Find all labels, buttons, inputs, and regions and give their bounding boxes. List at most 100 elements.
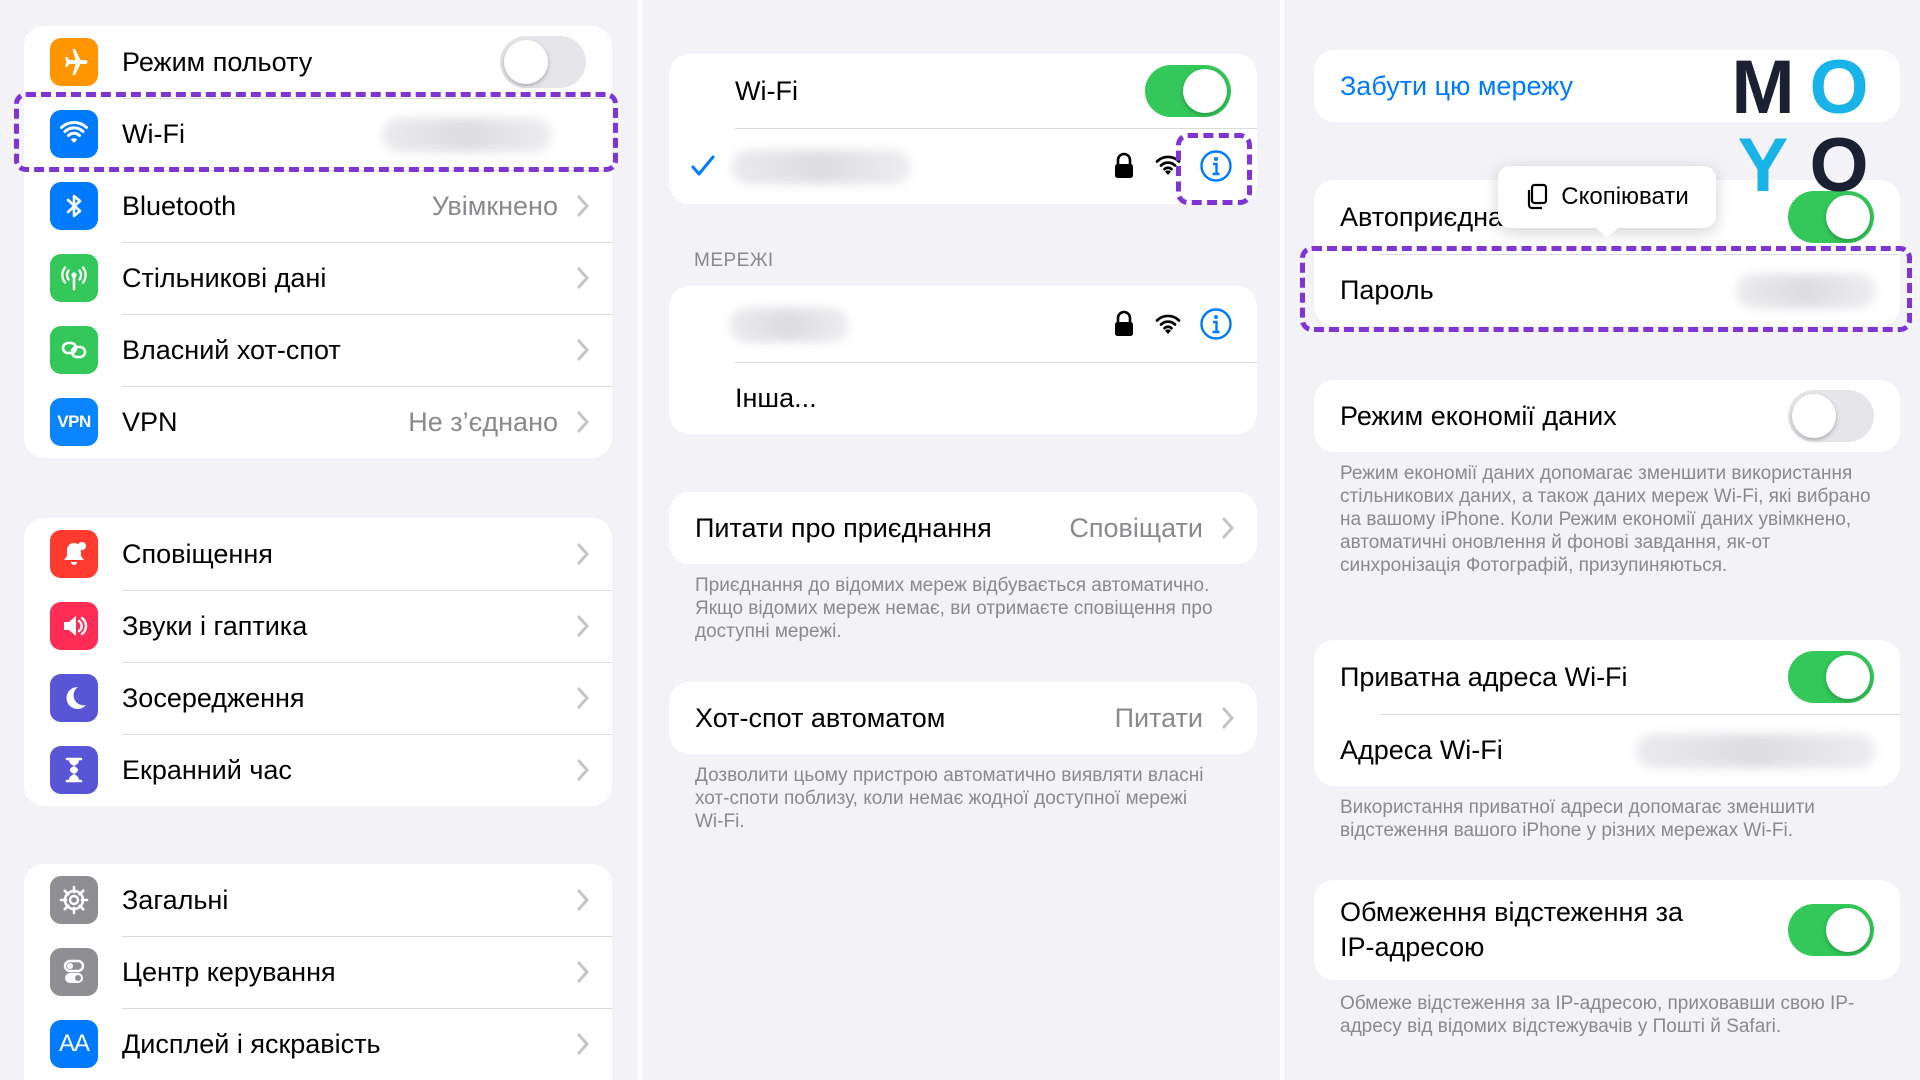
control-center-label: Центр керування: [122, 956, 336, 987]
chevron-right-icon: [577, 339, 590, 361]
antenna-icon: [50, 254, 98, 302]
row-cellular[interactable]: Стільникові дані: [24, 242, 612, 314]
tooltip-arrow: [1594, 226, 1620, 238]
chevron-right-icon: [577, 759, 590, 781]
private-address-footnote: Використання приватної адреси допомагає …: [1340, 797, 1815, 841]
limit-tracking-label-line1: Обмеження відстеження за: [1340, 897, 1683, 927]
lock-icon: [1115, 152, 1133, 178]
lock-icon: [1115, 310, 1133, 336]
moon-icon: [50, 674, 98, 722]
cellular-label: Стільникові дані: [122, 262, 327, 293]
checkmark-icon: [691, 155, 715, 176]
chevron-right-icon: [577, 961, 590, 983]
ask-join-label: Питати про приєднання: [695, 512, 992, 543]
auto-hotspot-footnote: Дозволити цьому пристрою автоматично вия…: [695, 765, 1204, 832]
row-display[interactable]: AA Дисплей і яскравість: [24, 1008, 612, 1080]
row-airplane-mode[interactable]: Режим польоту: [24, 26, 612, 98]
logo-letter-o: O: [1809, 45, 1869, 130]
info-button-highlight: [1176, 133, 1252, 205]
vpn-label: VPN: [122, 406, 178, 437]
low-data-group: Режим економії даних: [1314, 380, 1900, 452]
row-limit-tracking[interactable]: Обмеження відстеження за IP-адресою: [1314, 880, 1900, 980]
bluetooth-status: Увімкнено: [431, 190, 558, 221]
bluetooth-icon: [50, 182, 98, 230]
logo-letter-y: Y: [1737, 123, 1789, 208]
row-hotspot[interactable]: Власний хот-спот: [24, 314, 612, 386]
private-address-toggle[interactable]: [1788, 651, 1874, 703]
chevron-right-icon: [577, 543, 590, 565]
switches-icon: [50, 948, 98, 996]
info-icon[interactable]: [1199, 307, 1233, 341]
ask-join-footnote: Приєднання до відомих мереж відбувається…: [695, 575, 1213, 642]
display-label: Дисплей і яскравість: [122, 1028, 381, 1059]
chevron-right-icon: [577, 687, 590, 709]
airplane-icon: [50, 38, 98, 86]
row-network[interactable]: [669, 286, 1257, 362]
network-name-redacted: [729, 308, 849, 342]
row-connected-network[interactable]: [669, 128, 1257, 204]
ask-join-value: Сповіщати: [1069, 512, 1203, 543]
row-control-center[interactable]: Центр керування: [24, 936, 612, 1008]
copy-tooltip[interactable]: Скопіювати: [1498, 166, 1716, 238]
vpn-status: Не з’єднано: [408, 406, 558, 437]
other-network-label: Інша...: [735, 382, 817, 413]
autojoin-label: Автоприєдна: [1340, 201, 1504, 232]
wifi-current-group: Wi-Fi: [669, 54, 1257, 204]
low-data-footnote: Режим економії даних допомагає зменшити …: [1340, 463, 1871, 576]
private-address-label: Приватна адреса Wi-Fi: [1340, 661, 1628, 692]
password-row-highlight: [1300, 246, 1912, 332]
hotspot-label: Власний хот-спот: [122, 334, 341, 365]
general-label: Загальні: [122, 884, 229, 915]
wifi-row-highlight: [14, 92, 618, 172]
bluetooth-label: Bluetooth: [122, 190, 237, 221]
bell-icon: [50, 530, 98, 578]
chevron-right-icon: [1222, 517, 1235, 539]
row-bluetooth[interactable]: Bluetooth Увімкнено: [24, 170, 612, 242]
row-auto-hotspot[interactable]: Хот-спот автоматом Питати: [669, 682, 1257, 754]
airplane-mode-toggle[interactable]: [500, 36, 586, 88]
forget-network-button[interactable]: Забути цю мережу: [1340, 71, 1573, 102]
row-vpn[interactable]: VPN VPN Не з’єднано: [24, 386, 612, 458]
row-notifications[interactable]: Сповіщення: [24, 518, 612, 590]
row-low-data[interactable]: Режим економії даних: [1314, 380, 1900, 452]
airplane-mode-label: Режим польоту: [122, 46, 313, 77]
auto-hotspot-label: Хот-спот автоматом: [695, 702, 946, 733]
row-screen-time[interactable]: Екранний час: [24, 734, 612, 806]
chevron-right-icon: [1222, 707, 1235, 729]
limit-tracking-footnote: Обмеже відстеження за IP-адресою, прихов…: [1340, 993, 1855, 1037]
auto-hotspot-value: Питати: [1114, 702, 1203, 733]
low-data-toggle[interactable]: [1788, 390, 1874, 442]
network-details-panel: Забути цю мережу Автоприєдна Пароль Скоп…: [1284, 0, 1920, 1080]
row-private-address[interactable]: Приватна адреса Wi-Fi: [1314, 640, 1900, 714]
low-data-label: Режим економії даних: [1340, 400, 1617, 431]
gear-icon: [50, 876, 98, 924]
settings-panel: Режим польоту Wi-Fi Bluetooth Увімкнено …: [0, 0, 638, 1080]
wifi-toggle[interactable]: [1145, 65, 1231, 117]
wifi-signal-icon: [1155, 314, 1181, 334]
row-other-network[interactable]: Інша...: [669, 362, 1257, 434]
ask-join-group: Питати про приєднання Сповіщати: [669, 492, 1257, 564]
vpn-icon: VPN: [50, 398, 98, 446]
chevron-right-icon: [577, 267, 590, 289]
private-address-group: Приватна адреса Wi-Fi Адреса Wi-Fi: [1314, 640, 1900, 786]
connected-network-name-redacted: [731, 150, 911, 184]
limit-tracking-label-line2: IP-адресою: [1340, 932, 1485, 962]
row-wifi-toggle[interactable]: Wi-Fi: [669, 54, 1257, 128]
copy-icon: [1528, 183, 1548, 210]
networks-group: Інша...: [669, 286, 1257, 434]
text-size-icon: AA: [50, 1020, 98, 1068]
wifi-toggle-label: Wi-Fi: [735, 75, 798, 106]
chevron-right-icon: [577, 411, 590, 433]
wifi-address-label: Адреса Wi-Fi: [1340, 734, 1503, 765]
wifi-panel: Wi-Fi МЕРЕЖІ Інша... Питати про приєднан…: [642, 0, 1280, 1080]
row-wifi-address: Адреса Wi-Fi: [1314, 714, 1900, 786]
chevron-right-icon: [577, 1033, 590, 1055]
row-ask-join[interactable]: Питати про приєднання Сповіщати: [669, 492, 1257, 564]
settings-group-notifications: Сповіщення Звуки і гаптика Зосередження …: [24, 518, 612, 806]
hotspot-icon: [50, 326, 98, 374]
limit-tracking-toggle[interactable]: [1788, 904, 1874, 956]
row-focus[interactable]: Зосередження: [24, 662, 612, 734]
row-sounds[interactable]: Звуки і гаптика: [24, 590, 612, 662]
speaker-icon: [50, 602, 98, 650]
row-general[interactable]: Загальні: [24, 864, 612, 936]
